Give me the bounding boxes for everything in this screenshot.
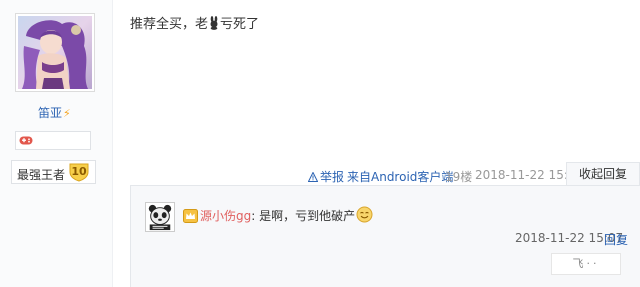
post-content: 推荐全买，老 亏死了 <box>130 13 259 32</box>
anime-character-avatar-image <box>18 16 92 89</box>
author-avatar[interactable] <box>15 13 95 92</box>
floor-number: 19楼 <box>445 170 473 184</box>
author-panel: 笛亚⚡ 最强王者 10 <box>0 0 113 287</box>
reply-text: 是啊，亏到他破产 <box>255 209 356 223</box>
panda-avatar-image <box>146 203 174 231</box>
game-badge[interactable] <box>15 131 91 150</box>
level-number-badge: 10 <box>68 162 90 182</box>
level-number: 10 <box>71 165 87 178</box>
reply-user-avatar[interactable] <box>145 202 175 232</box>
gamepad-icon <box>19 136 33 145</box>
warning-triangle-icon <box>308 172 318 182</box>
report-label[interactable]: 举报 <box>320 170 344 184</box>
smile-emoji-icon <box>356 206 373 223</box>
collapse-reply-button[interactable]: 收起回复 <box>566 162 640 186</box>
post-text-start: 推荐全买，老 <box>130 17 209 32</box>
reply-button[interactable]: 回复 <box>604 231 628 248</box>
vip-crown-icon[interactable] <box>183 209 198 223</box>
report-link[interactable]: 举报 <box>308 168 344 184</box>
client-source-link[interactable]: 来自Android客户端 <box>347 168 453 184</box>
watermark: 飞·· <box>551 253 621 275</box>
reply-username[interactable]: 源小伤gg <box>200 209 251 223</box>
post-text-end: 亏死了 <box>220 17 260 32</box>
rabbit-emoji-icon <box>210 16 218 30</box>
level-badge[interactable]: 最强王者 10 <box>11 160 96 184</box>
reply-line: 源小伤gg: 是啊，亏到他破产 <box>183 206 373 224</box>
author-username[interactable]: 笛亚⚡ <box>38 104 71 121</box>
author-name[interactable]: 笛亚 <box>38 106 62 120</box>
level-title: 最强王者 <box>17 168 66 182</box>
vip-lightning-icon[interactable]: ⚡ <box>63 107 71 120</box>
